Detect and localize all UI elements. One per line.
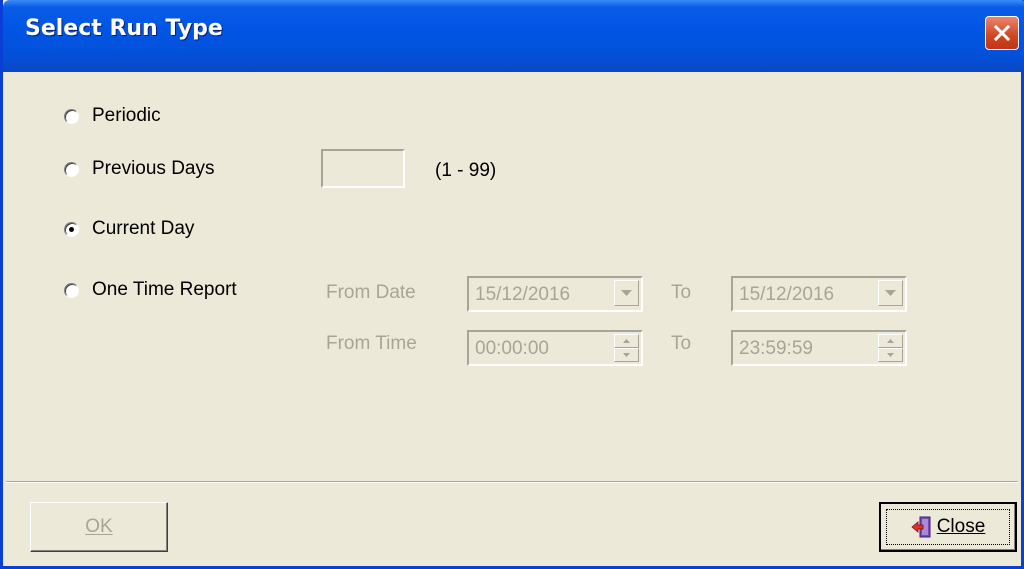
periodic-radio[interactable] <box>64 108 79 124</box>
from-date-value: 15/12/2016 <box>475 284 571 305</box>
footer-divider <box>6 481 1018 483</box>
to-date-picker: 15/12/2016 <box>731 276 907 312</box>
one-time-report-radio[interactable] <box>64 282 79 298</box>
from-time-spinner <box>614 334 639 362</box>
to-date-label: To <box>671 282 692 303</box>
from-date-dropdown-button <box>614 280 639 306</box>
spin-up-icon <box>614 334 639 348</box>
from-date-label: From Date <box>326 282 416 303</box>
current-day-option[interactable]: Current Day <box>64 218 194 240</box>
chevron-down-icon <box>885 289 896 296</box>
spin-up-icon <box>878 334 903 348</box>
previous-days-range-hint: (1 - 99) <box>435 160 497 181</box>
ok-button-label: OK <box>85 516 113 537</box>
spin-down-icon <box>878 348 903 362</box>
current-day-label: Current Day <box>92 218 195 239</box>
chevron-down-icon <box>621 289 632 296</box>
ok-button[interactable]: OK <box>30 502 168 552</box>
from-time-input: 00:00:00 <box>467 330 643 366</box>
current-day-radio[interactable] <box>64 221 79 237</box>
focus-rect <box>886 509 1010 545</box>
to-time-spinner <box>878 334 903 362</box>
to-time-label: To <box>671 333 692 354</box>
from-date-picker: 15/12/2016 <box>467 276 643 312</box>
window-title: Select Run Type <box>25 16 223 41</box>
title-bar[interactable]: Select Run Type <box>3 0 1024 72</box>
periodic-label: Periodic <box>92 105 161 126</box>
previous-days-option[interactable]: Previous Days <box>64 158 215 180</box>
to-date-dropdown-button <box>878 280 903 306</box>
previous-days-input <box>321 149 405 188</box>
from-time-label: From Time <box>326 333 417 354</box>
close-button[interactable]: Close <box>879 502 1017 552</box>
spin-down-icon <box>614 348 639 362</box>
one-time-report-label: One Time Report <box>92 279 237 300</box>
periodic-option[interactable]: Periodic <box>64 105 161 127</box>
previous-days-radio[interactable] <box>64 161 79 177</box>
dialog-window: Select Run Type Periodic Previous Days (… <box>0 0 1024 569</box>
to-date-value: 15/12/2016 <box>739 284 835 305</box>
to-time-value: 23:59:59 <box>739 338 813 359</box>
to-time-input: 23:59:59 <box>731 330 907 366</box>
close-icon[interactable] <box>985 16 1019 50</box>
from-time-value: 00:00:00 <box>475 338 549 359</box>
previous-days-label: Previous Days <box>92 158 215 179</box>
one-time-report-option[interactable]: One Time Report <box>64 279 237 301</box>
